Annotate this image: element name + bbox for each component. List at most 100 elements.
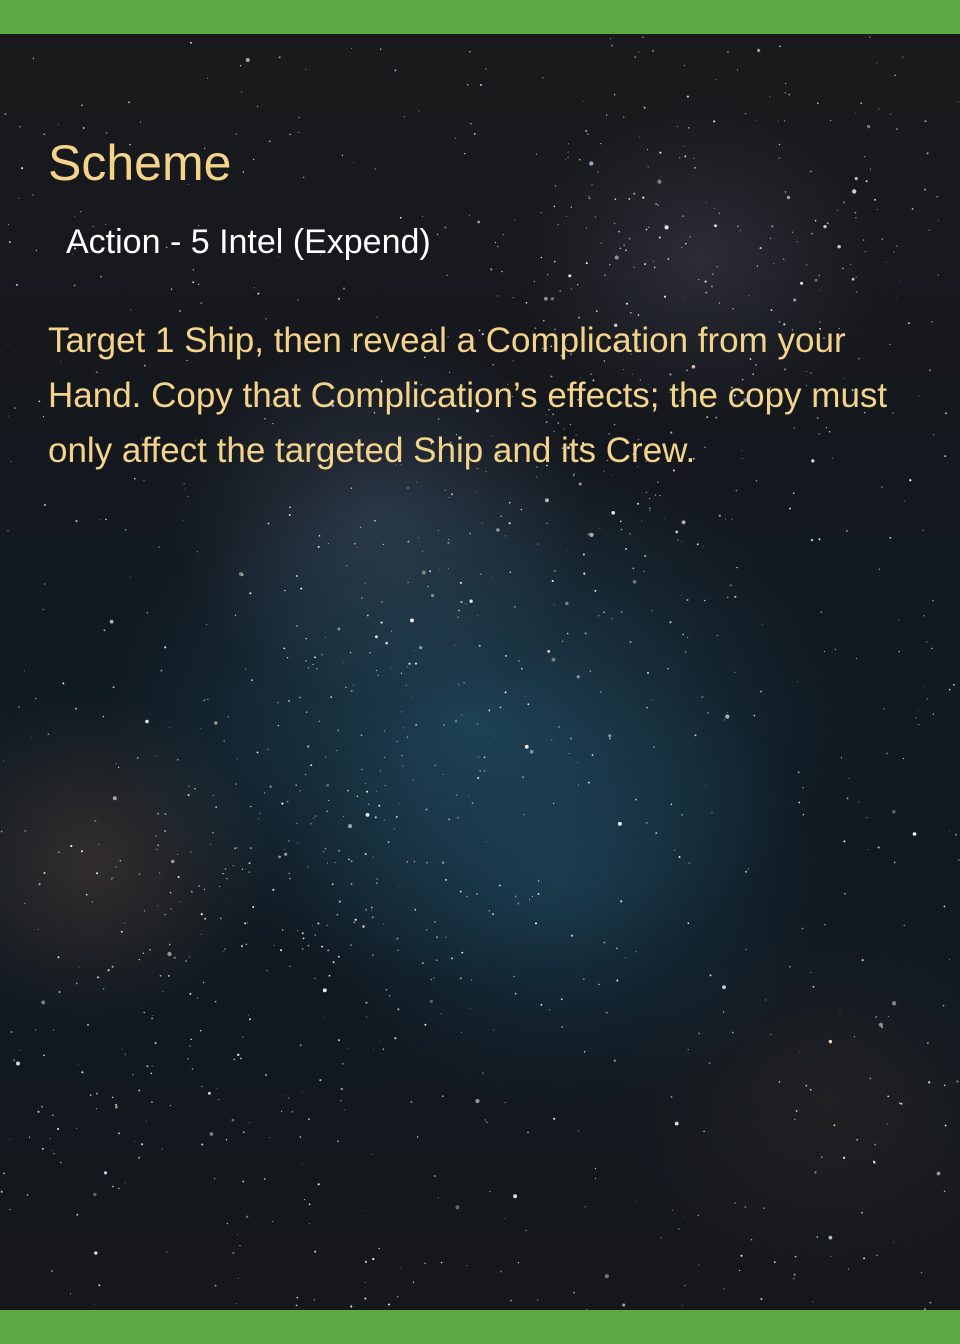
star	[476, 723, 479, 725]
star	[736, 69, 739, 71]
star	[734, 671, 736, 673]
star	[232, 865, 234, 867]
star	[239, 1244, 241, 1247]
star	[430, 594, 435, 598]
star	[289, 133, 291, 136]
star	[784, 91, 787, 94]
star	[809, 1088, 812, 1091]
star	[755, 479, 758, 482]
star	[10, 1031, 13, 1033]
star	[364, 1260, 367, 1263]
star	[378, 804, 381, 807]
star	[673, 849, 676, 851]
star	[441, 1095, 444, 1098]
star	[770, 1033, 772, 1035]
star	[157, 844, 160, 847]
star	[448, 818, 451, 821]
star	[364, 853, 367, 855]
star	[460, 601, 463, 604]
star	[96, 976, 99, 979]
star	[571, 934, 574, 937]
star	[324, 636, 326, 638]
star	[600, 143, 602, 145]
star	[632, 580, 637, 584]
star	[419, 646, 423, 650]
star	[117, 766, 120, 769]
star	[893, 251, 895, 253]
star	[820, 611, 823, 613]
star	[514, 219, 516, 221]
star	[583, 100, 585, 102]
star	[677, 1228, 680, 1231]
star	[718, 514, 721, 517]
star	[402, 765, 404, 767]
star	[613, 94, 616, 96]
star	[586, 227, 587, 229]
star	[345, 564, 348, 567]
star	[611, 618, 613, 620]
star	[242, 1180, 245, 1183]
star	[820, 1156, 823, 1159]
star	[35, 1029, 37, 1031]
star	[161, 1148, 163, 1150]
star	[864, 250, 867, 253]
star	[681, 814, 683, 816]
star	[524, 695, 526, 697]
star	[548, 1009, 551, 1011]
star	[82, 127, 85, 129]
star	[684, 242, 687, 245]
star	[267, 748, 269, 750]
star	[587, 133, 589, 136]
star	[267, 522, 270, 525]
star	[374, 816, 377, 819]
star	[382, 1048, 385, 1050]
star	[105, 132, 108, 134]
star	[786, 195, 791, 200]
star	[514, 992, 517, 995]
star	[257, 105, 259, 107]
star	[481, 522, 483, 524]
star	[669, 621, 672, 624]
star	[509, 571, 512, 574]
star	[520, 667, 523, 670]
star	[723, 719, 726, 721]
star	[745, 870, 747, 873]
star	[878, 108, 880, 110]
star	[760, 1298, 763, 1300]
star	[860, 102, 863, 105]
star	[647, 149, 648, 151]
star	[461, 951, 464, 954]
star	[448, 538, 450, 541]
star	[553, 1117, 556, 1120]
star	[307, 944, 310, 947]
star	[830, 120, 832, 122]
star	[476, 893, 478, 895]
star	[406, 861, 409, 863]
star	[660, 1237, 662, 1239]
star	[513, 1194, 518, 1199]
star	[477, 777, 480, 779]
star	[600, 691, 602, 693]
star	[840, 757, 843, 759]
star	[892, 810, 896, 814]
star	[763, 1207, 765, 1209]
star	[708, 1062, 711, 1065]
star	[504, 691, 507, 694]
star	[597, 171, 599, 173]
star	[739, 229, 742, 232]
star	[862, 239, 865, 241]
star	[455, 720, 457, 723]
star	[726, 711, 728, 713]
star	[28, 1136, 31, 1138]
star	[693, 166, 697, 169]
star	[697, 1214, 700, 1217]
star	[759, 247, 762, 250]
star	[718, 212, 721, 215]
star	[407, 581, 409, 584]
star	[327, 949, 330, 952]
star	[484, 1119, 487, 1121]
star	[769, 96, 771, 98]
star	[305, 774, 307, 776]
star	[670, 803, 673, 806]
star	[814, 278, 818, 282]
